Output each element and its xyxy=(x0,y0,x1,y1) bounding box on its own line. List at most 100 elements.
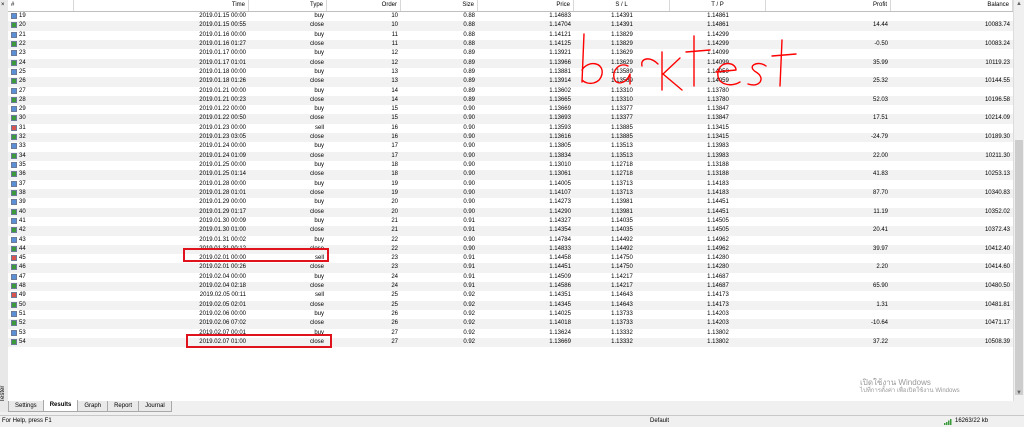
cell-balance: 10481.81 xyxy=(984,301,1010,308)
cell-size: 0.90 xyxy=(463,143,475,150)
tab-settings[interactable]: Settings xyxy=(8,401,44,412)
table-row[interactable]: 54 2019.02.07 01:00 close 27 0.92 1.13669 1.13… xyxy=(8,337,1013,348)
cell-balance: 10471.17 xyxy=(984,320,1010,327)
scroll-up-icon[interactable]: ▲ xyxy=(1016,1,1022,7)
table-row[interactable]: 52 2019.02.06 07:02 close 26 0.92 1.14018 1.13… xyxy=(8,319,1013,329)
cell-sl: 1.13513 xyxy=(611,143,633,150)
cell-number: 22 xyxy=(8,40,74,49)
row-number: 42 xyxy=(19,227,26,234)
col-header-type[interactable]: Type xyxy=(249,0,327,11)
cell-time: 2019.02.04 02:18 xyxy=(199,283,246,290)
cell-number: 21 xyxy=(8,31,74,40)
cell-tp: 1.13188 xyxy=(707,171,729,178)
tab-journal[interactable]: Journal xyxy=(138,401,172,412)
table-row[interactable]: 46 2019.02.01 00:26 close 23 0.91 1.14451 1.14… xyxy=(8,263,1013,273)
buy-deal-icon xyxy=(11,329,17,336)
row-number: 35 xyxy=(19,162,26,168)
table-row[interactable]: 25 2019.01.18 00:00 buy 13 0.89 1.13881 1.1358… xyxy=(8,68,1013,77)
table-row[interactable]: 34 2019.01.24 01:09 close 17 0.90 1.13834 1.13… xyxy=(8,151,1013,161)
cell-price: 1.14704 xyxy=(549,22,571,29)
scrollbar-thumb[interactable] xyxy=(1015,140,1023,395)
cell-size: 0.90 xyxy=(463,208,475,215)
col-header-time[interactable]: Time xyxy=(74,0,249,11)
cell-sl: 1.14643 xyxy=(611,301,633,308)
table-row[interactable]: 28 2019.01.21 00:23 close 14 0.89 1.13665 1.13… xyxy=(8,95,1013,106)
tab-graph[interactable]: Graph xyxy=(77,401,109,412)
tab-results[interactable]: Results xyxy=(42,400,79,412)
cell-number: 20 xyxy=(8,21,74,30)
table-row[interactable]: 41 2019.01.30 00:09 buy 21 0.91 1.14327 1.1403… xyxy=(8,217,1013,226)
cell-profit: 87.70 xyxy=(872,189,888,196)
cell-balance: 10196.58 xyxy=(984,96,1010,103)
cell-number: 24 xyxy=(8,59,74,68)
cell-tp: 1.14861 xyxy=(707,13,729,19)
table-row[interactable]: 47 2019.02.04 00:00 buy 24 0.91 1.14509 1.1421… xyxy=(8,273,1013,282)
table-row[interactable]: 26 2019.01.18 01:26 close 13 0.89 1.13914 1.13… xyxy=(8,77,1013,87)
table-row[interactable]: 35 2019.01.25 00:00 buy 18 0.90 1.13010 1.1271… xyxy=(8,161,1013,170)
cell-balance xyxy=(891,236,1013,245)
table-row[interactable]: 38 2019.01.28 01:01 close 19 0.90 1.14107 1.13… xyxy=(8,188,1013,199)
scroll-down-icon[interactable]: ▼ xyxy=(1016,390,1022,396)
table-row[interactable]: 48 2019.02.04 02:18 close 24 0.91 1.14586 1.14… xyxy=(8,282,1013,292)
vertical-scrollbar[interactable]: ▲ ▼ xyxy=(1013,0,1024,401)
col-header-tp[interactable]: T / P xyxy=(670,0,766,11)
col-header-sl[interactable]: S / L xyxy=(574,0,670,11)
table-row[interactable]: 40 2019.01.29 01:17 close 20 0.90 1.14290 1.13… xyxy=(8,207,1013,217)
close-deal-icon xyxy=(11,283,17,290)
table-row[interactable]: 43 2019.01.31 00:02 buy 22 0.90 1.14784 1.1449… xyxy=(8,236,1013,245)
table-row[interactable]: 24 2019.01.17 01:01 close 12 0.89 1.13966 1.13… xyxy=(8,58,1013,68)
cell-size: 0.92 xyxy=(463,338,475,345)
table-row[interactable]: 51 2019.02.06 00:00 buy 26 0.92 1.14025 1.1373… xyxy=(8,310,1013,319)
col-header-size[interactable]: Size xyxy=(401,0,478,11)
table-row[interactable]: 37 2019.01.28 00:00 buy 19 0.90 1.14005 1.1371… xyxy=(8,180,1013,189)
cell-balance: 10480.50 xyxy=(984,283,1010,290)
cell-sl: 1.13377 xyxy=(611,115,633,122)
cell-time: 2019.01.15 00:55 xyxy=(199,22,246,29)
cell-profit: -24.79 xyxy=(870,134,888,141)
table-row[interactable]: 29 2019.01.22 00:00 buy 15 0.90 1.13669 1.1337… xyxy=(8,105,1013,114)
table-row[interactable]: 31 2019.01.23 00:00 sell 16 0.90 1.13593 1.138… xyxy=(8,124,1013,133)
table-row[interactable]: 39 2019.01.29 00:00 buy 20 0.90 1.14273 1.1398… xyxy=(8,198,1013,207)
cell-profit: 41.83 xyxy=(872,171,888,178)
buy-deal-icon xyxy=(11,273,17,280)
cell-number: 38 xyxy=(8,189,74,198)
col-header-profit[interactable]: Profit xyxy=(766,0,891,11)
table-row[interactable]: 49 2019.02.05 00:11 sell 25 0.92 1.14351 1.146… xyxy=(8,291,1013,300)
table-row[interactable]: 23 2019.01.17 00:00 buy 12 0.89 1.13921 1.1362… xyxy=(8,49,1013,58)
cell-profit xyxy=(766,273,891,282)
col-header-price[interactable]: Price xyxy=(478,0,574,11)
buy-deal-icon xyxy=(11,13,17,19)
table-row[interactable]: 30 2019.01.22 00:50 close 15 0.90 1.13693 1.13… xyxy=(8,114,1013,124)
tab-report[interactable]: Report xyxy=(107,401,140,412)
table-row[interactable]: 50 2019.02.05 02:01 close 25 0.92 1.14345 1.14… xyxy=(8,300,1013,310)
cell-number: 30 xyxy=(8,114,74,123)
buy-deal-icon xyxy=(11,162,17,168)
table-row[interactable]: 27 2019.01.21 00:00 buy 14 0.89 1.13602 1.1331… xyxy=(8,87,1013,96)
table-row[interactable]: 33 2019.01.24 00:00 buy 17 0.90 1.13805 1.1351… xyxy=(8,142,1013,151)
table-row[interactable]: 21 2019.01.16 00:00 buy 11 0.88 1.14121 1.1382… xyxy=(8,31,1013,40)
cell-sl: 1.14492 xyxy=(611,245,633,252)
sell-deal-icon xyxy=(11,292,17,299)
cell-sl: 1.13733 xyxy=(611,311,633,317)
cell-time: 2019.01.16 01:27 xyxy=(199,40,246,47)
cell-number: 54 xyxy=(8,338,74,347)
row-number: 50 xyxy=(19,301,26,308)
table-row[interactable]: 36 2019.01.25 01:14 close 18 0.90 1.13061 1.12… xyxy=(8,170,1013,180)
table-row[interactable]: 20 2019.01.15 00:55 close 10 0.88 1.14704 1.14… xyxy=(8,21,1013,31)
table-row[interactable]: 22 2019.01.16 01:27 close 11 0.88 1.14125 1.13… xyxy=(8,39,1013,50)
col-header-order[interactable]: Order xyxy=(327,0,401,11)
table-row[interactable]: 53 2019.02.07 00:01 buy 27 0.92 1.13624 1.1333… xyxy=(8,329,1013,338)
close-icon[interactable]: × xyxy=(1,2,5,8)
table-row[interactable]: 44 2019.01.31 00:12 close 22 0.90 1.14833 1.14… xyxy=(8,244,1013,255)
cell-profit xyxy=(766,254,891,263)
table-row[interactable]: 42 2019.01.30 01:00 close 21 0.91 1.14354 1.14… xyxy=(8,226,1013,236)
col-header-number[interactable]: # xyxy=(8,0,74,11)
cell-balance: 10412.40 xyxy=(984,245,1010,252)
table-row[interactable]: 45 2019.02.01 00:00 sell 23 0.91 1.14458 1.147… xyxy=(8,254,1013,263)
col-header-balance[interactable]: Balance xyxy=(891,0,1013,11)
cell-time: 2019.01.25 01:14 xyxy=(199,171,246,178)
cell-price: 1.14833 xyxy=(549,245,571,252)
table-row[interactable]: 19 2019.01.15 00:00 buy 10 0.88 1.14683 1.1439… xyxy=(8,12,1013,21)
cell-time: 2019.02.06 00:00 xyxy=(199,311,246,317)
table-row[interactable]: 32 2019.01.23 03:05 close 16 0.90 1.13616 1.13… xyxy=(8,133,1013,143)
